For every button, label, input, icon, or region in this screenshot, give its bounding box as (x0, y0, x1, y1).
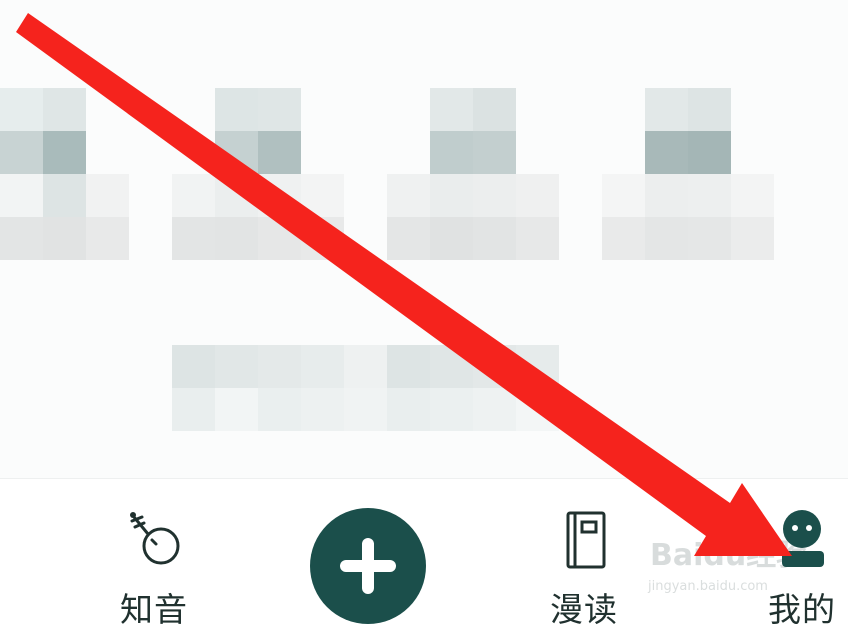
pipa-instrument-icon (122, 507, 186, 575)
blurred-item-3[interactable] (387, 88, 559, 260)
tab-label-wode: 我的 (768, 590, 836, 629)
blurred-text-block (172, 345, 559, 431)
add-button[interactable] (310, 508, 426, 624)
tab-zhiyin[interactable]: 知音 (112, 507, 196, 631)
tab-wode[interactable]: 我的 (760, 509, 844, 631)
tab-label-zhiyin: 知音 (120, 590, 188, 629)
tab-label-mandu: 漫读 (550, 590, 618, 629)
tab-mandu[interactable]: 漫读 (542, 509, 626, 631)
blurred-item-2[interactable] (172, 88, 344, 260)
blurred-item-4[interactable] (602, 88, 774, 260)
user-avatar-icon (772, 509, 832, 575)
blurred-item-1[interactable] (0, 88, 129, 260)
blurred-content-area (0, 0, 848, 478)
bottom-tab-bar: 知音 漫读 Baidu经验 jingyan.baidu.com 我的 (0, 478, 848, 629)
notebook-icon (554, 509, 614, 575)
plus-icon (310, 508, 426, 628)
watermark-url: jingyan.baidu.com (648, 579, 768, 594)
